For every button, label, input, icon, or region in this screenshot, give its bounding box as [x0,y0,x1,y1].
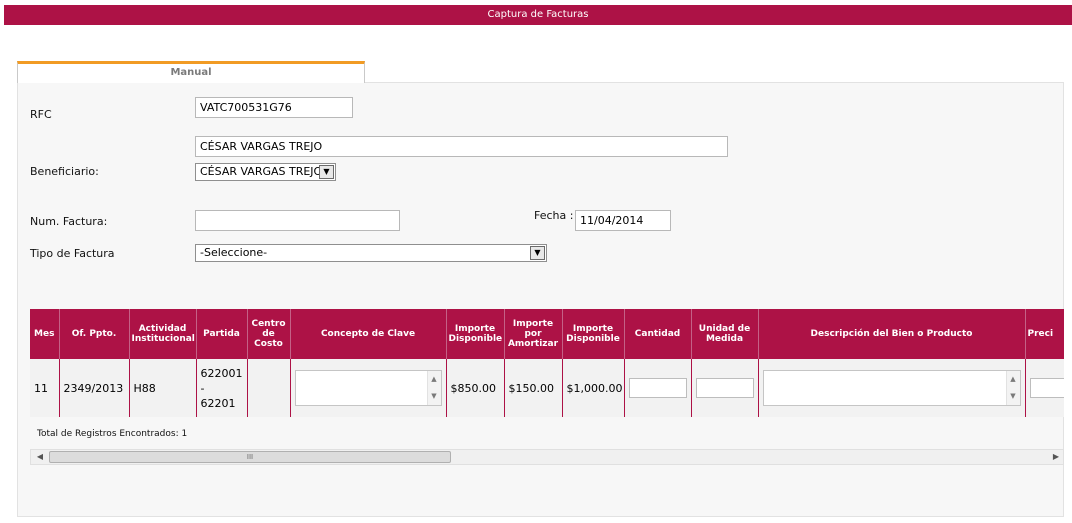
column-header: Mes [30,309,60,359]
tipo-factura-label: Tipo de Factura [30,247,115,260]
beneficiario-name-input[interactable]: CÉSAR VARGAS TREJO [195,136,728,157]
column-header: Descripción del Bien o Producto [758,309,1026,359]
rfc-input[interactable]: VATC700531G76 [195,97,353,118]
num-factura-input[interactable] [195,210,400,231]
fecha-label: Fecha : [534,209,574,222]
cell-importe-disponible: $850.00 [446,359,505,417]
cell-unidad-medida [691,359,759,417]
column-header: Importe por Amortizar [504,309,563,359]
table-header-row: Mes Of. Ppto. Actividad Institucional Pa… [30,309,1064,359]
grip-icon: III [246,453,254,461]
column-header: Unidad de Medida [691,309,759,359]
facturas-grid: Mes Of. Ppto. Actividad Institucional Pa… [30,309,1064,417]
scroll-right-icon[interactable]: ▶ [1049,450,1063,464]
scroll-down-icon[interactable]: ▼ [431,392,436,400]
beneficiario-label: Beneficiario: [30,165,99,178]
column-header: Importe Disponible [562,309,625,359]
cell-importe-amortizar: $150.00 [504,359,563,417]
tab-strip: Manual [17,61,1064,84]
column-header: Concepto de Clave [290,309,447,359]
column-header: Actividad Institucional [129,309,197,359]
unidad-medida-input[interactable] [695,378,754,398]
scroll-up-icon[interactable]: ▲ [431,375,436,383]
column-header: Importe Disponible [446,309,505,359]
chevron-down-icon[interactable]: ▼ [319,165,334,179]
cell-concepto-clave: ▲ ▼ [290,359,447,417]
table-row: 11 2349/2013 H88 622001 - 62201 ▲ ▼ $850… [30,359,1064,417]
textarea-scrollbar[interactable]: ▲ ▼ [1005,371,1020,405]
num-factura-label: Num. Factura: [30,215,108,228]
descripcion-textarea[interactable]: ▲ ▼ [762,370,1021,406]
column-header: Of. Ppto. [59,309,130,359]
scroll-up-icon[interactable]: ▲ [1010,375,1015,383]
cell-precio [1025,359,1064,417]
scroll-down-icon[interactable]: ▼ [1010,392,1015,400]
cell-mes: 11 [30,359,60,417]
precio-input[interactable] [1029,378,1064,398]
cell-centro-costo [247,359,291,417]
tipo-factura-select[interactable]: -Seleccione- ▼ [195,244,547,262]
concepto-clave-textarea[interactable]: ▲ ▼ [294,370,442,406]
beneficiario-select-value: CÉSAR VARGAS TREJO [200,165,323,178]
fecha-input[interactable]: 11/04/2014 [575,210,671,231]
column-header: Cantidad [624,309,692,359]
textarea-scrollbar[interactable]: ▲ ▼ [426,371,441,405]
cantidad-input[interactable] [628,378,687,398]
beneficiario-select[interactable]: CÉSAR VARGAS TREJO ▼ [195,163,336,181]
cell-importe-disponible-2: $1,000.00 [562,359,625,417]
cell-actividad: H88 [129,359,197,417]
window-title: Captura de Facturas [4,5,1072,25]
column-header: Preci [1025,309,1064,359]
cell-of-ppto: 2349/2013 [59,359,130,417]
column-header: Centro de Costo [247,309,291,359]
horizontal-scrollbar[interactable]: ◀ III ▶ [30,449,1064,465]
chevron-down-icon[interactable]: ▼ [530,246,545,260]
scrollbar-thumb[interactable]: III [49,451,451,463]
facturas-table: Mes Of. Ppto. Actividad Institucional Pa… [30,309,1064,417]
total-records: Total de Registros Encontrados: 1 [37,429,188,439]
column-header: Partida [196,309,248,359]
rfc-label: RFC [30,108,52,121]
tipo-factura-select-value: -Seleccione- [200,246,268,259]
cell-descripcion: ▲ ▼ [758,359,1026,417]
cell-partida: 622001 - 62201 [196,359,248,417]
scroll-left-icon[interactable]: ◀ [33,450,47,464]
cell-cantidad [624,359,692,417]
tab-manual[interactable]: Manual [17,61,365,84]
